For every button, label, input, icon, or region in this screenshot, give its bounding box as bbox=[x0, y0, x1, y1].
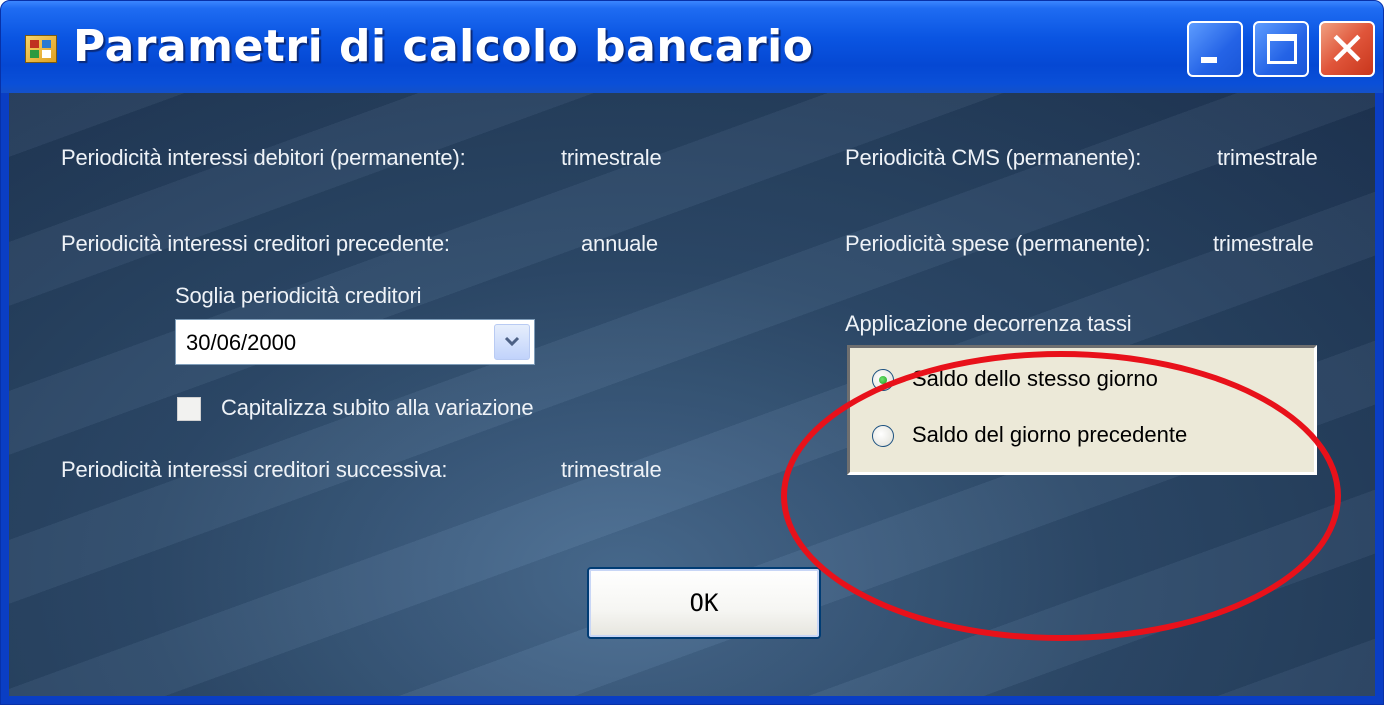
creditori-successiva-value: trimestrale bbox=[561, 457, 662, 482]
dialog-window: Parametri di calcolo bancario ✕ Periodic… bbox=[0, 0, 1384, 705]
close-icon: ✕ bbox=[1327, 22, 1367, 76]
decorrenza-label: Applicazione decorrenza tassi bbox=[845, 311, 1132, 336]
ok-button-label: OK bbox=[689, 589, 719, 617]
radio-button[interactable] bbox=[872, 425, 894, 447]
radio-label[interactable]: Saldo dello stesso giorno bbox=[912, 366, 1158, 392]
chevron-down-icon bbox=[504, 336, 520, 347]
spese-label: Periodicità spese (permanente): bbox=[845, 231, 1151, 256]
creditori-precedente-label: Periodicità interessi creditori preceden… bbox=[61, 231, 450, 256]
soglia-date-value: 30/06/2000 bbox=[186, 330, 297, 355]
cms-value: trimestrale bbox=[1217, 145, 1318, 170]
maximize-icon bbox=[1267, 34, 1297, 64]
capitalizza-checkbox[interactable] bbox=[177, 397, 201, 421]
title-bar[interactable]: Parametri di calcolo bancario ✕ bbox=[1, 1, 1383, 93]
dialog-body: Periodicità interessi debitori (permanen… bbox=[9, 93, 1375, 696]
cms-label: Periodicità CMS (permanente): bbox=[845, 145, 1142, 170]
creditori-successiva-label: Periodicità interessi creditori successi… bbox=[61, 457, 448, 482]
soglia-date-combo[interactable]: 30/06/2000 bbox=[175, 319, 535, 365]
soglia-label: Soglia periodicità creditori bbox=[175, 283, 422, 308]
ok-button[interactable]: OK bbox=[587, 567, 821, 639]
radio-button[interactable] bbox=[872, 369, 894, 391]
maximize-button[interactable] bbox=[1253, 21, 1309, 77]
minimize-icon bbox=[1201, 57, 1217, 63]
debitori-value: trimestrale bbox=[561, 145, 662, 170]
decorrenza-radio-group: Saldo dello stesso giorno Saldo del gior… bbox=[847, 345, 1317, 475]
spese-value: trimestrale bbox=[1213, 231, 1314, 256]
app-icon[interactable] bbox=[25, 35, 57, 63]
minimize-button[interactable] bbox=[1187, 21, 1243, 77]
radio-selected-dot bbox=[879, 376, 887, 384]
capitalizza-label[interactable]: Capitalizza subito alla variazione bbox=[221, 395, 534, 421]
close-button[interactable]: ✕ bbox=[1319, 21, 1375, 77]
radio-label[interactable]: Saldo del giorno precedente bbox=[912, 422, 1187, 448]
debitori-label: Periodicità interessi debitori (permanen… bbox=[61, 145, 466, 170]
window-title: Parametri di calcolo bancario bbox=[73, 21, 814, 72]
dropdown-button[interactable] bbox=[494, 324, 530, 360]
creditori-precedente-value: annuale bbox=[581, 231, 658, 256]
